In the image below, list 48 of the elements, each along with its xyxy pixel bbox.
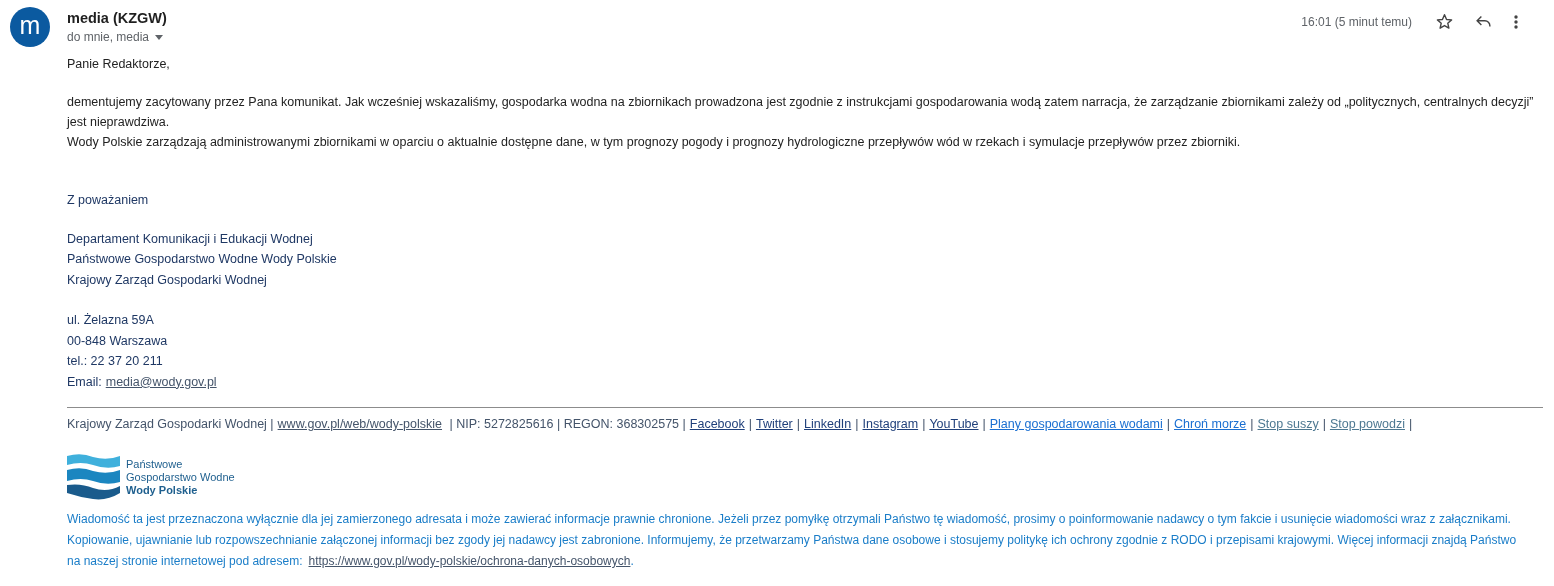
paragraph: dementujemy zacytowany przez Pana komunikat. Jak wcześniej wskazaliśmy, gospodarka wodna na zbiornikach prowadzona jest zgodnie z instrukcjami gospodarowania wodą zatem narracja, że zarządzanie zbiornikami zależy od „politycznych, centralnych decyzji” jest nieprawdziwa. [67, 94, 1535, 131]
footer-text: | [1322, 417, 1326, 431]
address-line: 00-848 Warszawa [67, 332, 169, 350]
logo-text: Wody Polskie [126, 483, 199, 497]
address-line: ul. Żelazna 59A [67, 312, 155, 329]
disclaimer-text: na naszej stronie internetowej pod adresem: [67, 553, 303, 570]
organization-line: Państwowe Gospodarstwo Wodne Wody Polskie [67, 251, 338, 268]
footer-link[interactable]: Chroń morze [1174, 417, 1247, 431]
footer-link[interactable]: Facebook [689, 417, 745, 431]
footer-text: | [982, 417, 986, 431]
timestamp: 16:01 (5 minut temu) [1301, 14, 1412, 29]
disclaimer-text: Kopiowanie, ujawnianie lub rozpowszechnianie załączonej informacji bez zgody jej nadawcy jest zabronione. Informujemy, że przetwarzamy Państwa dane osobowe i stosujemy politykę ich ochrony zgodnie z RODO i przepisami krajowymi. Więcej informacji znajdą Państwo [67, 532, 1518, 549]
closing: Z poważaniem [67, 192, 150, 209]
sender-name: media (KZGW) [67, 10, 167, 26]
logo-icon [67, 453, 120, 501]
footer-link[interactable]: LinkedIn [804, 417, 852, 431]
email-link[interactable]: media@wody.gov.pl [105, 371, 217, 392]
footer-text: | [855, 417, 859, 431]
disclaimer-text: Wiadomość ta jest przeznaczona wyłącznie dla jej zamierzonego adresata i może zawierać informacje prawnie chronione. Jeżeli przez pomyłkę otrzymali Państwo tę wiadomość, prosimy o poinformowanie nadawcy o tym fakcie i usunięcie wiadomości wraz z załącznikami. [67, 511, 1512, 528]
logo-text: Gospodarstwo Wodne [126, 470, 235, 484]
footer-link[interactable]: Twitter [755, 417, 793, 431]
star-icon [1436, 13, 1453, 30]
organization-line: Krajowy Zarząd Gospodarki Wodnej [67, 271, 268, 289]
period: . [630, 553, 634, 570]
dropdown-icon[interactable] [155, 34, 164, 40]
address-line: tel.: 22 37 20 211 [67, 353, 164, 370]
email-label: Email: [67, 373, 102, 391]
footer-link[interactable]: Stop powodzi [1329, 417, 1405, 431]
footer-text: | [1409, 417, 1413, 431]
footer-text: | NIP: 5272825616 | REGON: 368302575 | [448, 417, 686, 431]
footer-link[interactable]: Plany gospodarowania wodami [989, 417, 1163, 431]
logo-text: Państwowe [126, 457, 184, 471]
greeting: Panie Redaktorze, [67, 56, 171, 73]
footer-text: | [748, 417, 752, 431]
footer-text: | [796, 417, 800, 431]
footer-link[interactable]: www.gov.pl/web/wody-polskie [277, 417, 443, 431]
recipients: do mnie, media [67, 30, 150, 44]
footer-text: | [1166, 417, 1171, 431]
footer-text: Krajowy Zarząd Gospodarki Wodnej | [67, 417, 274, 431]
footer-text: | [1250, 417, 1254, 431]
more-icon [1514, 14, 1518, 29]
avatar: m [10, 7, 50, 47]
footer-link[interactable]: Stop suszy [1257, 417, 1319, 431]
organization-line: Departament Komunikacji i Edukacji Wodnej [67, 230, 314, 248]
footer-text: | [922, 417, 926, 431]
footer-link[interactable]: Instagram [862, 417, 919, 431]
footer-link[interactable]: YouTube [929, 417, 979, 431]
paragraph: Wody Polskie zarządzają administrowanymi zbiornikami w oparciu o aktualnie dostępne dane, w tym prognozy pogody i prognozy hydrologiczne przepływów wód w rzekach i symulacje przepływów przez zbiorniki. [67, 134, 1242, 151]
